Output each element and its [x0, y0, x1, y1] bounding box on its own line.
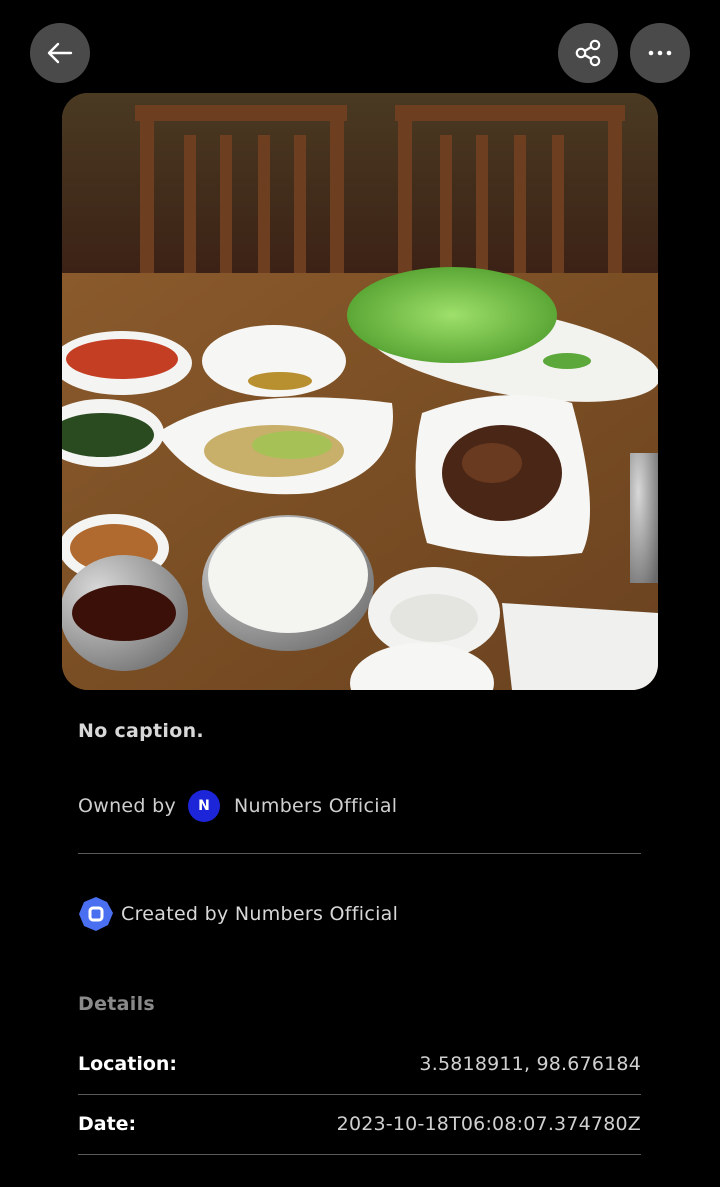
more-horizontal-icon	[648, 50, 672, 56]
meal-photo-image	[62, 93, 658, 690]
owner-row: Owned by N Numbers Official	[78, 790, 397, 822]
location-key: Location:	[78, 1053, 178, 1075]
share-icon	[575, 39, 601, 67]
detail-row-date: Date: 2023-10-18T06:08:07.374780Z	[78, 1109, 641, 1139]
numbers-logo-icon	[79, 897, 113, 931]
date-key: Date:	[78, 1113, 137, 1135]
owner-label: Owned by	[78, 795, 177, 817]
owner-name[interactable]: Numbers Official	[234, 795, 397, 817]
owner-avatar[interactable]: N	[188, 790, 221, 822]
location-value: 3.5818911, 98.676184	[419, 1053, 641, 1075]
back-button[interactable]	[30, 23, 90, 83]
arrow-left-icon	[47, 42, 73, 64]
creator-text: Created by Numbers Official	[121, 903, 399, 925]
asset-photo[interactable]	[62, 93, 658, 690]
divider	[78, 1154, 641, 1155]
more-button[interactable]	[630, 23, 690, 83]
top-bar	[0, 0, 720, 90]
details-heading: Details	[78, 993, 155, 1015]
photo-caption: No caption.	[78, 720, 204, 742]
divider	[78, 853, 641, 854]
detail-row-location: Location: 3.5818911, 98.676184	[78, 1049, 641, 1079]
creator-row[interactable]: Created by Numbers Official	[78, 896, 398, 932]
share-button[interactable]	[558, 23, 618, 83]
date-value: 2023-10-18T06:08:07.374780Z	[336, 1113, 641, 1135]
divider	[78, 1094, 641, 1095]
